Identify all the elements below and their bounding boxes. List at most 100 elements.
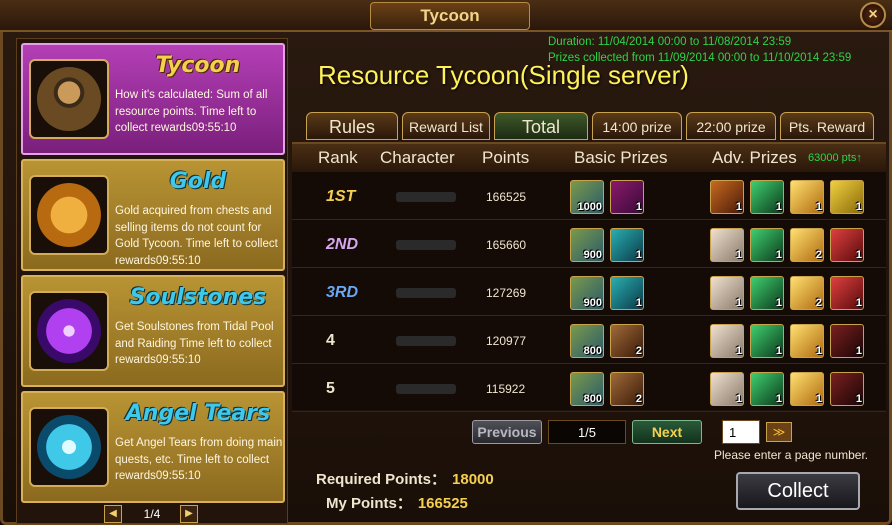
gold-crystal-icon[interactable]: 2 xyxy=(790,276,824,310)
emerald-icon[interactable]: 1 xyxy=(750,180,784,214)
table-row[interactable]: 3RD 127269 900 1 1 1 2 1 xyxy=(292,270,886,316)
character-name-redacted xyxy=(396,336,456,346)
tab-pts-reward[interactable]: Pts. Reward xyxy=(780,112,874,140)
table-row[interactable]: 4 120977 800 2 1 1 1 1 xyxy=(292,318,886,364)
tab-rules[interactable]: Rules xyxy=(306,112,398,140)
gem-box-icon[interactable]: 1 xyxy=(610,276,644,310)
rank-label: 3RD xyxy=(326,284,359,301)
category-next-button[interactable]: ▶ xyxy=(180,505,198,523)
gem-box-icon[interactable]: 1 xyxy=(610,228,644,262)
ranking-panel: Duration: 11/04/2014 00:00 to 11/08/2014… xyxy=(292,34,886,524)
category-description: How it's calculated: Sum of all resource… xyxy=(115,89,268,134)
portrait-icon[interactable]: 1 xyxy=(710,276,744,310)
rank-label: 1ST xyxy=(326,188,356,205)
close-button[interactable]: × xyxy=(860,2,886,28)
gold-crystal-icon[interactable]: 1 xyxy=(790,180,824,214)
character-name-redacted xyxy=(396,384,456,394)
emerald-icon[interactable]: 1 xyxy=(750,324,784,358)
category-description: Get Soulstones from Tidal Pool and Raidi… xyxy=(115,321,274,366)
table-row[interactable]: 1ST 166525 1000 1 1 1 1 1 xyxy=(292,174,886,220)
category-list: Tycoon How it's calculated: Sum of all r… xyxy=(16,38,288,524)
category-prev-button[interactable]: ◀ xyxy=(104,505,122,523)
gold-ingot-icon[interactable]: 1 xyxy=(830,180,864,214)
category-pager: ◀ 1/4 ▶ xyxy=(104,505,200,523)
next-button[interactable]: Next xyxy=(632,420,702,444)
tycoon-portrait-icon xyxy=(29,59,109,139)
armor-icon[interactable]: 1 xyxy=(830,276,864,310)
category-title: Gold xyxy=(169,169,227,194)
scroll-icon[interactable]: 1000 xyxy=(570,180,604,214)
portrait-icon[interactable]: 1 xyxy=(710,324,744,358)
gem-box-icon[interactable]: 1 xyxy=(610,180,644,214)
header-character: Character xyxy=(380,148,455,167)
ranking-table: Rank Character Points Basic Prizes Adv. … xyxy=(292,142,886,412)
page-number-input[interactable]: 1 xyxy=(722,420,760,444)
points-value: 120977 xyxy=(486,334,527,348)
table-row[interactable]: 5 115922 800 2 1 1 1 1 xyxy=(292,366,886,412)
page-indicator: 1/5 xyxy=(548,420,626,444)
go-page-button[interactable]: ≫ xyxy=(766,422,792,442)
rank-label: 5 xyxy=(326,380,335,397)
table-header: Rank Character Points Basic Prizes Adv. … xyxy=(292,144,886,172)
header-rank: Rank xyxy=(318,148,358,167)
header-adv-prizes: Adv. Prizes xyxy=(712,148,797,167)
chest-icon[interactable]: 2 xyxy=(610,372,644,406)
tab-bar: Rules Reward List Total 14:00 prize 22:0… xyxy=(306,112,886,140)
header-basic-prizes: Basic Prizes xyxy=(574,148,668,167)
scroll-icon[interactable]: 800 xyxy=(570,372,604,406)
character-name-redacted xyxy=(396,240,456,250)
header-points: Points xyxy=(482,148,530,167)
scroll-icon[interactable]: 900 xyxy=(570,276,604,310)
category-page-label: 1/4 xyxy=(143,507,161,521)
tab-22-prize[interactable]: 22:00 prize xyxy=(686,112,776,140)
points-value: 115922 xyxy=(486,382,526,396)
gold-crystal-icon[interactable]: 1 xyxy=(790,324,824,358)
event-duration: Duration: 11/04/2014 00:00 to 11/08/2014… xyxy=(548,36,792,48)
portrait-icon[interactable]: 1 xyxy=(710,372,744,406)
scroll-icon[interactable]: 800 xyxy=(570,324,604,358)
my-points-label: My Points： xyxy=(326,495,412,512)
points-value: 165660 xyxy=(486,238,527,252)
scroll-icon[interactable]: 900 xyxy=(570,228,604,262)
portrait-icon[interactable]: 1 xyxy=(710,228,744,262)
dark-armor-icon[interactable]: 1 xyxy=(830,372,864,406)
emerald-icon[interactable]: 1 xyxy=(750,276,784,310)
gold-crystal-icon[interactable]: 1 xyxy=(790,372,824,406)
category-description: Gold acquired from chests and selling it… xyxy=(115,205,278,267)
emerald-icon[interactable]: 1 xyxy=(750,228,784,262)
tab-total[interactable]: Total xyxy=(494,112,588,140)
category-tycoon[interactable]: Tycoon How it's calculated: Sum of all r… xyxy=(21,43,285,155)
armor-icon[interactable]: 1 xyxy=(830,228,864,262)
angel-tears-vial-icon xyxy=(29,407,109,487)
my-points-value: 166525 xyxy=(417,495,468,512)
category-title: Tycoon xyxy=(155,53,241,78)
page-title: Resource Tycoon(Single server) xyxy=(318,60,689,90)
emerald-icon[interactable]: 1 xyxy=(750,372,784,406)
title-bar: Tycoon × xyxy=(0,0,892,32)
required-points-label: Required Points： xyxy=(316,471,447,488)
category-title: Soulstones xyxy=(129,285,267,310)
gold-crystal-icon[interactable]: 2 xyxy=(790,228,824,262)
category-title: Angel Tears xyxy=(125,401,271,426)
header-adv-points: 63000 pts↑ xyxy=(808,152,862,164)
rank-label: 4 xyxy=(326,332,335,349)
points-value: 166525 xyxy=(486,190,527,204)
table-row[interactable]: 2ND 165660 900 1 1 1 2 1 xyxy=(292,222,886,268)
required-points-value: 18000 xyxy=(452,471,494,488)
dark-armor-icon[interactable]: 1 xyxy=(830,324,864,358)
dragon-icon[interactable]: 1 xyxy=(710,180,744,214)
points-value: 127269 xyxy=(486,286,527,300)
my-points: My Points： 166525 xyxy=(326,492,468,513)
category-angel-tears[interactable]: Angel Tears Get Angel Tears from doing m… xyxy=(21,391,285,503)
tab-reward-list[interactable]: Reward List xyxy=(402,112,490,140)
required-points: Required Points： 18000 xyxy=(316,468,494,489)
previous-button[interactable]: Previous xyxy=(472,420,542,444)
ranking-pager: Previous 1/5 Next 1 ≫ Please enter a pag… xyxy=(472,420,882,480)
category-description: Get Angel Tears from doing main quests, … xyxy=(115,437,283,482)
tab-14-prize[interactable]: 14:00 prize xyxy=(592,112,682,140)
character-name-redacted xyxy=(396,192,456,202)
collect-button[interactable]: Collect xyxy=(736,472,860,510)
category-gold[interactable]: Gold Gold acquired from chests and selli… xyxy=(21,159,285,271)
chest-icon[interactable]: 2 xyxy=(610,324,644,358)
category-soulstones[interactable]: Soulstones Get Soulstones from Tidal Poo… xyxy=(21,275,285,387)
